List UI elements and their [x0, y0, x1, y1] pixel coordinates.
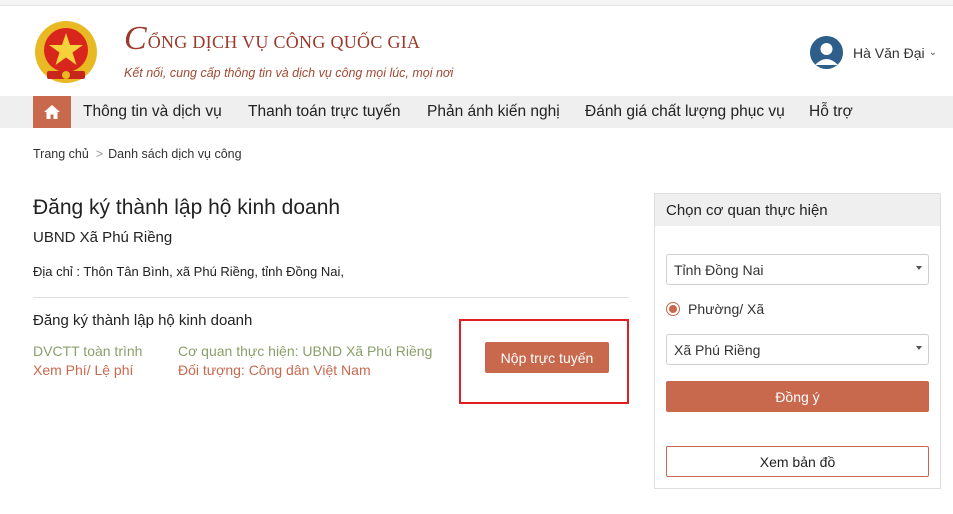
portal-title[interactable]: C ỔNG DỊCH VỤ CÔNG QUỐC GIA [124, 22, 420, 56]
ward-radio-label: Phường/ Xã [688, 301, 765, 317]
implementing-agency: Cơ quan thực hiện: UBND Xã Phú Riềng [178, 343, 433, 359]
page-title: Đăng ký thành lập hộ kinh doanh [33, 196, 341, 219]
province-select[interactable]: Tỉnh Đồng Nai [666, 254, 929, 285]
procedure-name: Đăng ký thành lập hộ kinh doanh [33, 312, 253, 329]
user-name: Hà Văn Đại [853, 44, 925, 61]
breadcrumb-home-link[interactable]: Trang chủ [33, 147, 89, 161]
dropdown-caret-icon [916, 346, 922, 350]
ward-select[interactable]: Xã Phú Riềng [666, 334, 929, 365]
divider [33, 297, 629, 298]
portal-subtitle: Kết nối, cung cấp thông tin và dịch vụ c… [124, 66, 454, 80]
province-select-value: Tỉnh Đồng Nai [674, 262, 764, 278]
home-icon [44, 105, 60, 119]
nav-item-support[interactable]: Hỗ trợ [809, 96, 853, 128]
radio-selected-icon[interactable] [666, 302, 680, 316]
top-strip [0, 0, 953, 6]
chevron-down-icon: ⌄ [928, 47, 937, 58]
national-emblem-icon[interactable] [33, 19, 99, 85]
breadcrumb: Trang chủ > Danh sách dịch vụ công [33, 147, 242, 161]
org-address: Địa chỉ : Thôn Tân Bình, xã Phú Riềng, t… [33, 264, 344, 279]
home-button[interactable] [33, 96, 71, 128]
fee-link[interactable]: Xem Phí/ Lệ phí [33, 362, 133, 378]
breadcrumb-separator: > [95, 147, 104, 161]
nav-item-info-services[interactable]: Thông tin và dịch vụ [83, 96, 222, 128]
portal-title-initial: C [124, 20, 147, 57]
user-menu[interactable]: Hà Văn Đại ⌄ [810, 36, 937, 69]
ward-radio-option[interactable]: Phường/ Xã [666, 301, 764, 317]
nav-item-feedback[interactable]: Phản ánh kiến nghị [427, 96, 560, 128]
agency-selection-panel: Chọn cơ quan thực hiện Tỉnh Đồng Nai Phư… [654, 193, 941, 489]
submit-online-button[interactable]: Nộp trực tuyến [485, 342, 609, 373]
user-avatar-icon [810, 36, 843, 69]
agree-button[interactable]: Đồng ý [666, 381, 929, 412]
main-nav: Thông tin và dịch vụ Thanh toán trực tuy… [0, 96, 953, 128]
portal-title-text: ỔNG DỊCH VỤ CÔNG QUỐC GIA [147, 32, 421, 52]
org-name: UBND Xã Phú Riềng [33, 229, 173, 246]
breadcrumb-current: Danh sách dịch vụ công [108, 147, 242, 161]
nav-item-service-rating[interactable]: Đánh giá chất lượng phục vụ [585, 96, 785, 128]
dropdown-caret-icon [916, 266, 922, 270]
nav-item-online-payment[interactable]: Thanh toán trực tuyến [248, 96, 401, 128]
service-level: DVCTT toàn trình [33, 343, 143, 359]
ward-select-value: Xã Phú Riềng [674, 342, 761, 358]
view-map-button[interactable]: Xem bản đồ [666, 446, 929, 477]
panel-heading: Chọn cơ quan thực hiện [655, 194, 940, 226]
target-subject: Đối tượng: Công dân Việt Nam [178, 362, 371, 378]
